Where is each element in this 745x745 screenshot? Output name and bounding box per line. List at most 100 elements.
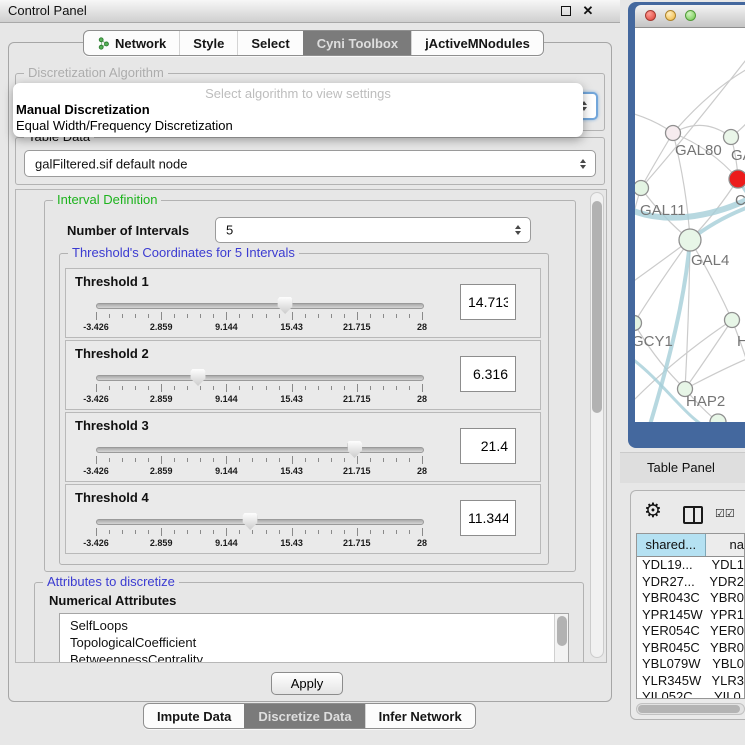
tab-infer-network[interactable]: Infer Network <box>365 704 475 728</box>
dropdown-option-equal-width-frequency[interactable]: Equal Width/Frequency Discretization <box>13 118 583 134</box>
table-row[interactable]: YIL052CYIL0 <box>637 689 744 699</box>
table-row[interactable]: YDL19...YDL1 <box>637 557 744 574</box>
window-title: Control Panel <box>8 0 87 22</box>
scrollbar-thumb[interactable] <box>638 705 740 713</box>
screen: Control Panel ✕ NetworkStyle Select Cyni T… <box>0 0 745 745</box>
table-row[interactable]: YPR145WYPR1 <box>637 607 744 624</box>
tab-style[interactable]: Style <box>179 31 237 55</box>
tick-label: 21.715 <box>343 466 371 476</box>
threshold-row: Threshold 1 -3.4262.8599.14415.4321.7152… <box>65 268 541 338</box>
network-node[interactable] <box>724 130 739 145</box>
tab-jactivemnodules[interactable]: jActiveMNodules <box>411 31 543 55</box>
tick-label: 2.859 <box>150 538 173 548</box>
node-label: GAL80 <box>675 142 722 159</box>
panel-scrollbar[interactable] <box>590 192 604 658</box>
attribute-list-item[interactable]: SelfLoops <box>60 614 568 634</box>
combo-arrows-icon[interactable] <box>515 225 521 235</box>
table-row[interactable]: YER054CYER0 <box>637 623 744 640</box>
network-window-titlebar[interactable] <box>635 5 745 28</box>
tick-label: 2.859 <box>150 322 173 332</box>
thresholds-group: Threshold's Coordinates for 5 Intervals … <box>59 253 549 565</box>
tick-label: 2.859 <box>150 394 173 404</box>
dropdown-hint: Select algorithm to view settings <box>13 83 583 102</box>
tab-impute-data[interactable]: Impute Data <box>144 704 244 728</box>
threshold-slider[interactable] <box>96 303 424 309</box>
threshold-slider[interactable] <box>96 447 424 453</box>
node-label: GAL11 <box>640 202 686 219</box>
close-window-button[interactable]: ✕ <box>580 3 596 19</box>
group-title-thresholds: Threshold's Coordinates for 5 Intervals <box>68 246 299 260</box>
table-row[interactable]: YBL079WYBL0 <box>637 656 744 673</box>
tab-label: Select <box>251 36 289 51</box>
threshold-slider[interactable] <box>96 519 424 525</box>
table-data-value: galFiltered.sif default node <box>35 156 187 171</box>
tick-label: 9.144 <box>215 322 238 332</box>
slider-ticks <box>96 528 422 537</box>
minimize-traffic-light[interactable] <box>665 10 676 21</box>
tab-label: Discretize Data <box>258 709 351 724</box>
scrollbar-thumb[interactable] <box>592 201 602 413</box>
tab-select[interactable]: Select <box>237 31 302 55</box>
network-node[interactable] <box>729 170 745 188</box>
cyni-mode-tab-bar: Impute Data Discretize Data Infer Network <box>143 703 476 729</box>
tick-label: 15.43 <box>280 538 303 548</box>
tick-label: 21.715 <box>343 394 371 404</box>
cyni-toolbox-panel: Discretization Algorithm Table Data galF… <box>8 42 612 702</box>
gear-icon[interactable]: ⚙ <box>644 501 662 521</box>
tab-discretize-data[interactable]: Discretize Data <box>244 704 364 728</box>
tick-label: 9.144 <box>215 466 238 476</box>
zoom-traffic-light[interactable] <box>685 10 696 21</box>
attribute-list-item[interactable]: BetweennessCentrality <box>60 651 568 663</box>
cell-shared-name: YBL079W <box>637 656 708 673</box>
network-node[interactable] <box>666 126 681 141</box>
combo-arrows-icon[interactable] <box>580 159 586 169</box>
dropdown-option-manual-discretization[interactable]: Manual Discretization <box>13 102 583 118</box>
network-node[interactable] <box>679 229 701 251</box>
tab-network[interactable]: Network <box>84 31 179 55</box>
table-row[interactable]: YBR043CYBR0 <box>637 590 744 607</box>
float-window-button[interactable] <box>558 3 574 19</box>
network-node[interactable] <box>725 313 740 328</box>
num-intervals-combobox[interactable]: 5 <box>215 217 531 243</box>
table-data-combobox[interactable]: galFiltered.sif default node <box>24 150 596 177</box>
threshold-value-input[interactable] <box>460 284 516 320</box>
columns-icon[interactable] <box>683 506 703 524</box>
attributes-group: Attributes to discretize Numerical Attri… <box>34 582 584 663</box>
select-columns-icon[interactable]: ☑☑ <box>715 507 735 520</box>
network-node[interactable] <box>635 181 649 196</box>
node-label: HAP2 <box>686 393 725 410</box>
network-canvas[interactable]: GAL80GACGAL11GAL4GCY1HHAP2 <box>635 28 745 422</box>
column-header-shared-name[interactable]: shared... <box>637 534 706 556</box>
node-label: GCY1 <box>635 333 673 350</box>
slider-tick-labels: -3.4262.8599.14415.4321.71528 <box>96 466 422 477</box>
horizontal-scrollbar[interactable] <box>636 703 745 715</box>
threshold-label: Threshold 1 <box>75 274 149 289</box>
group-title-attributes: Attributes to discretize <box>43 575 179 589</box>
network-node[interactable] <box>635 316 642 331</box>
node-attribute-table: shared... na YDL19...YDL1YDR27...YDR2YBR… <box>636 533 745 699</box>
table-row[interactable]: YDR27...YDR2 <box>637 574 744 591</box>
panel-tab-bar: NetworkStyle Select Cyni Toolbox jActiveMNo… <box>83 30 544 56</box>
cell-shared-name: YDR27... <box>637 574 705 591</box>
tick-label: 9.144 <box>215 538 238 548</box>
close-traffic-light[interactable] <box>645 10 656 21</box>
cell-shared-name: YBR043C <box>637 590 706 607</box>
threshold-slider[interactable] <box>96 375 424 381</box>
apply-button[interactable]: Apply <box>271 672 343 695</box>
network-view-window: GAL80GACGAL11GAL4GCY1HHAP2 <box>628 2 745 448</box>
scrollbar-thumb[interactable] <box>557 616 567 646</box>
tab-cyni-toolbox[interactable]: Cyni Toolbox <box>303 31 411 55</box>
network-node[interactable] <box>710 414 726 422</box>
attribute-list-item[interactable]: TopologicalCoefficient <box>60 634 568 651</box>
tick-label: 15.43 <box>280 394 303 404</box>
tab-label: jActiveMNodules <box>425 36 530 51</box>
threshold-value-input[interactable] <box>460 356 516 392</box>
tick-label: -3.426 <box>83 394 109 404</box>
table-row[interactable]: YBR045CYBR0 <box>637 640 744 657</box>
threshold-value-input[interactable] <box>460 500 516 536</box>
threshold-value-input[interactable] <box>460 428 516 464</box>
table-panel-window: ⚙ ☑☑ shared... na YDL19...YDL1YDR27...YD… <box>630 490 745 720</box>
table-row[interactable]: YLR345WYLR3 <box>637 673 744 690</box>
column-header-name[interactable]: na <box>706 534 744 556</box>
list-scrollbar[interactable] <box>554 614 568 663</box>
